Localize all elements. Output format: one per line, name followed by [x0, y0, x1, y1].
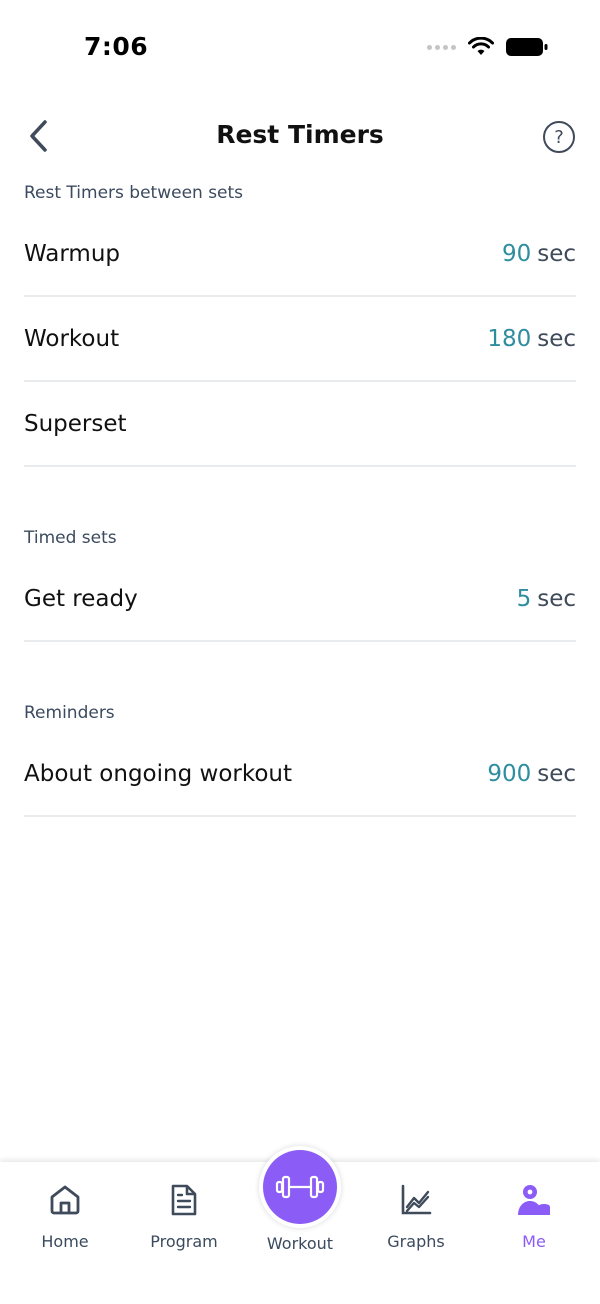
nav-header: Rest Timers ? — [0, 100, 600, 172]
page-title: Rest Timers — [216, 120, 384, 149]
user-icon — [516, 1182, 552, 1218]
row-label: About ongoing workout — [24, 760, 293, 787]
tab-program[interactable]: Program — [124, 1162, 244, 1262]
section-title-timed-sets: Timed sets — [24, 528, 117, 548]
tab-home[interactable]: Home — [5, 1162, 125, 1262]
workout-button[interactable] — [259, 1146, 341, 1228]
row-label: Get ready — [24, 585, 138, 612]
help-icon: ? — [554, 126, 564, 148]
row-label: Workout — [24, 325, 120, 352]
row-warmup[interactable]: Warmup 90 sec — [24, 212, 576, 297]
cellular-signal-icon — [427, 44, 456, 50]
row-label: Warmup — [24, 240, 120, 267]
row-value: 90 sec — [501, 240, 576, 267]
home-icon — [48, 1182, 82, 1218]
status-bar: 7:06 — [0, 0, 600, 96]
row-value: 180 sec — [487, 325, 576, 352]
row-ongoing-workout-reminder[interactable]: About ongoing workout 900 sec — [24, 732, 576, 817]
row-workout[interactable]: Workout 180 sec — [24, 297, 576, 382]
row-superset[interactable]: Superset — [24, 382, 576, 467]
wifi-icon — [468, 37, 494, 57]
status-time: 7:06 — [84, 32, 149, 61]
section-title-rest-timers: Rest Timers between sets — [24, 183, 244, 203]
chart-icon — [399, 1182, 433, 1218]
row-value: 900 sec — [487, 760, 576, 787]
section-title-reminders: Reminders — [24, 703, 115, 723]
document-icon — [169, 1182, 199, 1218]
row-get-ready[interactable]: Get ready 5 sec — [24, 557, 576, 642]
tab-me[interactable]: Me — [474, 1162, 594, 1262]
battery-icon — [506, 37, 548, 57]
row-value: 5 sec — [516, 585, 576, 612]
dumbbell-icon — [275, 1175, 325, 1199]
help-button[interactable]: ? — [543, 121, 575, 153]
tab-graphs[interactable]: Graphs — [356, 1162, 476, 1262]
row-label: Superset — [24, 410, 127, 437]
status-icons — [427, 37, 548, 57]
tab-workout-label[interactable]: Workout — [240, 1234, 360, 1253]
